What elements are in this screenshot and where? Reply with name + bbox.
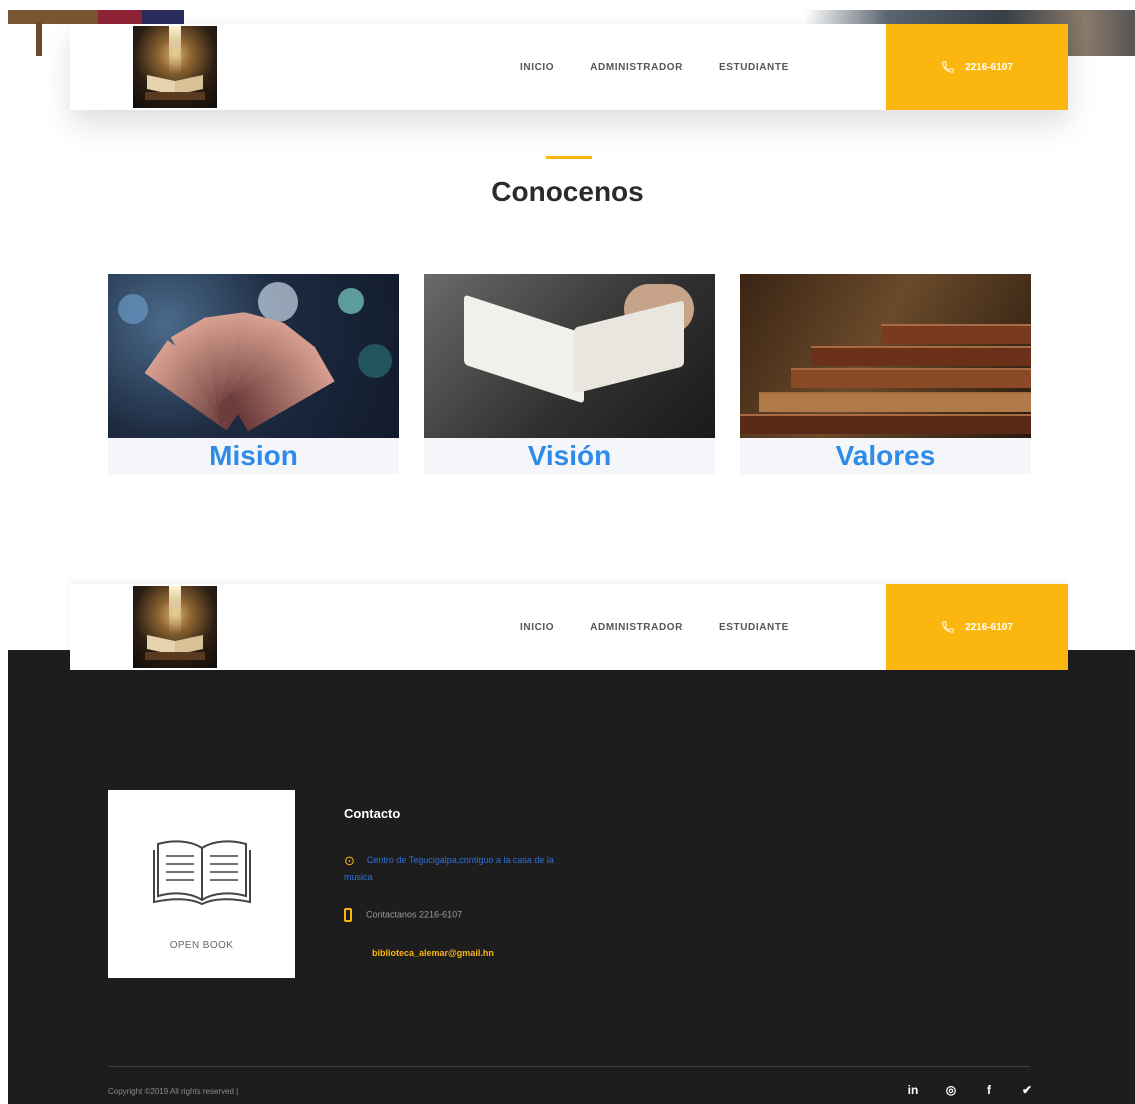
phone-button[interactable]: 2216-6107	[886, 24, 1068, 110]
phone-icon	[942, 61, 954, 73]
contact-title: Contacto	[344, 806, 401, 821]
card-valores[interactable]: Valores	[740, 274, 1031, 474]
footer: OPEN BOOK Contacto ⊙ Centro de Tegucigalp…	[8, 650, 1135, 1104]
valores-image	[740, 274, 1031, 438]
contact-phone-text: Contactanos 2216-6107	[366, 909, 463, 920]
facebook-icon[interactable]: f	[983, 1083, 995, 1097]
card-caption-valores[interactable]: Valores	[740, 438, 1031, 474]
main-nav: INICIO ADMINISTRADOR ESTUDIANTE	[520, 24, 789, 110]
title-accent-line	[546, 156, 592, 159]
header-top: INICIO ADMINISTRADOR ESTUDIANTE 2216-610…	[70, 24, 1068, 110]
card-caption-mision[interactable]: Mision	[108, 438, 399, 474]
mision-image	[108, 274, 399, 438]
instagram-icon[interactable]: ◎	[945, 1083, 957, 1097]
contact-email[interactable]: biblioteca_alemar@gmail.hn	[372, 948, 494, 958]
location-pin-icon: ⊙	[344, 852, 355, 868]
vision-image	[424, 274, 715, 438]
hero-book-red	[98, 10, 142, 24]
card-caption-vision[interactable]: Visión	[424, 438, 715, 474]
hero-pole	[36, 22, 42, 56]
main-nav-bottom: INICIO ADMINISTRADOR ESTUDIANTE	[520, 584, 789, 670]
site-logo[interactable]	[133, 26, 217, 108]
hero-shelf	[8, 10, 98, 24]
nav-estudiante[interactable]: ESTUDIANTE	[719, 62, 789, 73]
twitter-icon[interactable]: ✔	[1021, 1083, 1033, 1097]
header-bottom: INICIO ADMINISTRADOR ESTUDIANTE 2216-610…	[70, 584, 1068, 670]
footer-divider	[108, 1066, 1030, 1067]
footer-logo-text: OPEN BOOK	[169, 940, 234, 951]
card-mision[interactable]: Mision	[108, 274, 399, 474]
social-links: in ◎ f ✔	[907, 1083, 1033, 1097]
phone-number-bottom: 2216-6107	[965, 621, 1013, 633]
mobile-phone-icon	[344, 908, 352, 922]
nav-administrador[interactable]: ADMINISTRADOR	[590, 62, 683, 73]
copyright-text: Copyright ©2019 All rights reserved |	[108, 1087, 239, 1096]
card-vision[interactable]: Visión	[424, 274, 715, 474]
phone-button-bottom[interactable]: 2216-6107	[886, 584, 1068, 670]
site-logo-bottom[interactable]	[133, 586, 217, 668]
contact-address[interactable]: ⊙ Centro de Tegucigalpa,contiguo a la cas…	[344, 852, 564, 885]
section-title: Conocenos	[491, 176, 644, 207]
nav-estudiante-bottom[interactable]: ESTUDIANTE	[719, 622, 789, 633]
address-text: Centro de Tegucigalpa,contiguo a la casa…	[344, 855, 554, 882]
nav-inicio-bottom[interactable]: INICIO	[520, 622, 554, 633]
open-book-icon	[153, 840, 251, 906]
phone-number: 2216-6107	[965, 61, 1013, 73]
linkedin-icon[interactable]: in	[907, 1083, 919, 1097]
footer-logo[interactable]: OPEN BOOK	[108, 790, 295, 978]
phone-icon	[942, 621, 954, 633]
nav-administrador-bottom[interactable]: ADMINISTRADOR	[590, 622, 683, 633]
contact-phone: Contactanos 2216-6107	[344, 908, 462, 922]
hero-book-blue	[142, 10, 184, 24]
nav-inicio[interactable]: INICIO	[520, 62, 554, 73]
